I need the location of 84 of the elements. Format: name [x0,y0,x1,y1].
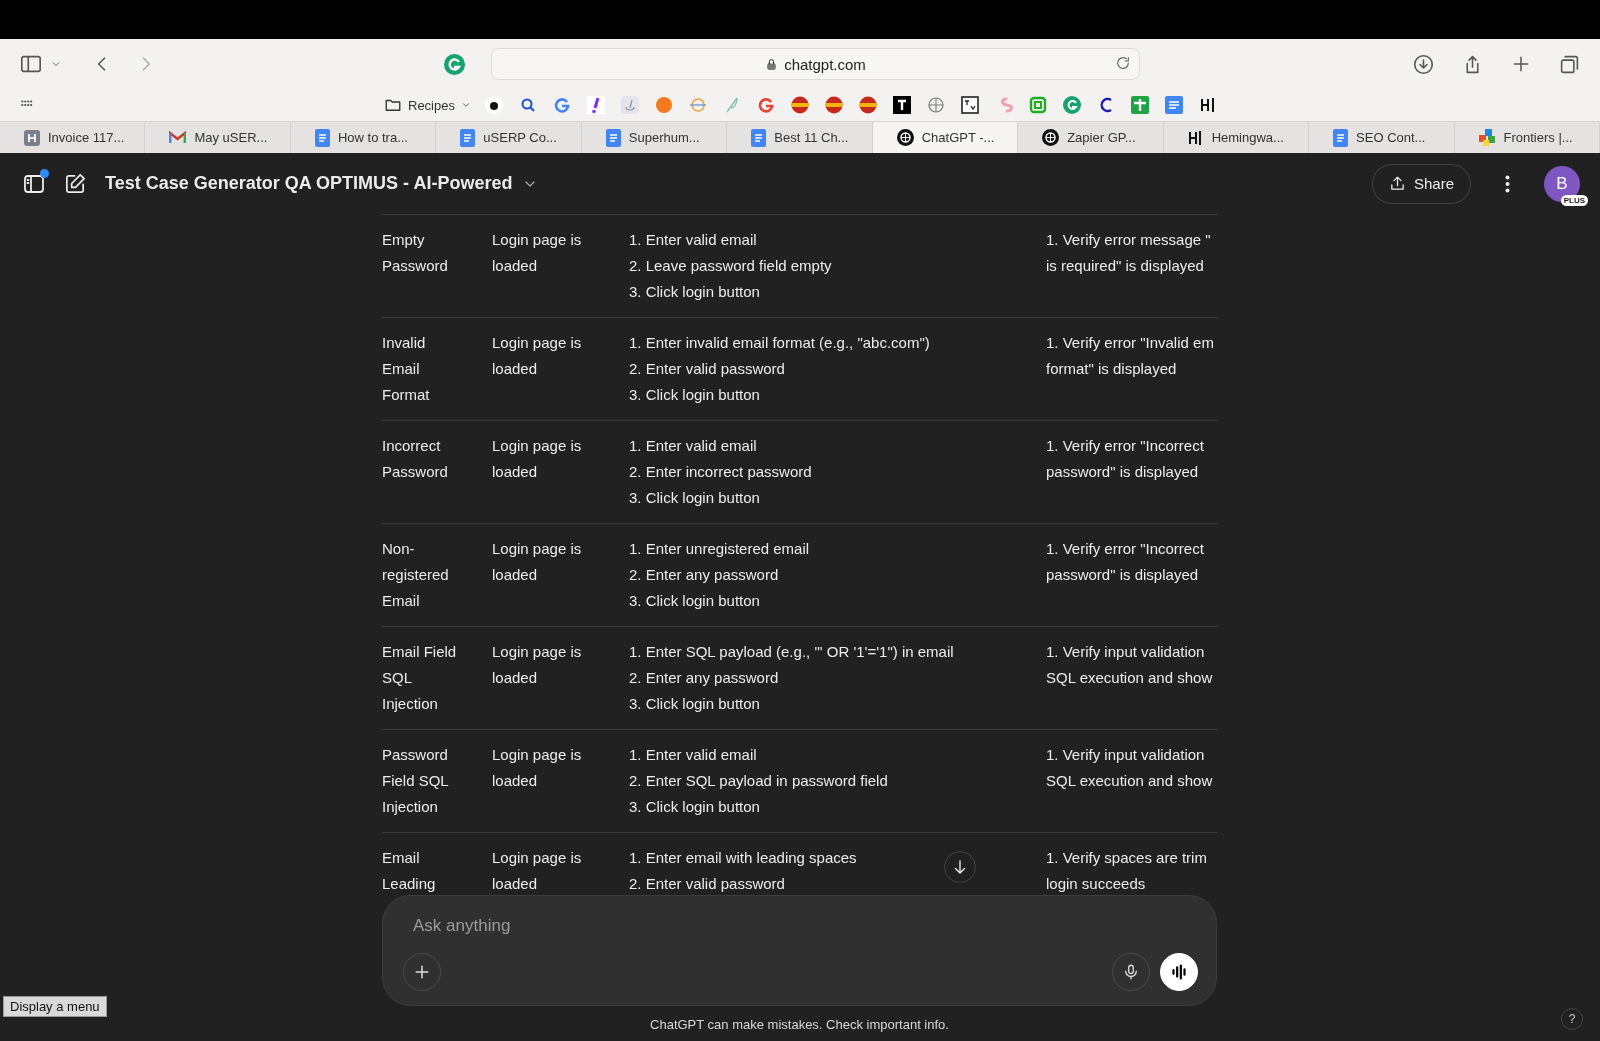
table-cell-text: 1. Enter invalid email format (e.g., "abc.com") 2. Enter valid password 3. Click login button [629,333,930,405]
badge-icon[interactable] [858,96,877,114]
framed-icon[interactable] [960,96,979,114]
tabs-overview-icon [1559,53,1580,75]
table-cell-text: 1. Enter valid email 2. Enter SQL payload in password field 3. Click login button [629,745,888,817]
table-cell-text: Login page is loaded [492,230,583,276]
tooltip: Display a menu [3,996,107,1017]
table-cell-text: Incorrect Password [382,436,449,482]
circle-g-icon[interactable] [444,53,465,75]
pen-icon[interactable] [620,96,639,114]
tab-title: Zapier GP... [1067,130,1136,145]
table-cell-text: 1. Verify input validation SQL execution and show [1046,642,1214,688]
table-cell-text: 1. Enter valid email 2. Leave password field empty 3. Click login button [629,230,832,302]
tab-title: ChatGPT -... [921,130,995,145]
tab-title: SEO Cont... [1356,130,1426,145]
table-cell-text: 1. Verify error "Incorrect password" is displayed [1046,436,1205,482]
document-icon [751,128,767,147]
table-cell-text: Login page is loaded [492,848,583,894]
disclaimer-text: ChatGPT can make mistakes. Check important info. [650,1016,949,1032]
blocks-icon [1478,129,1496,146]
document-icon [460,128,476,147]
g-icon[interactable] [552,96,571,114]
tab-title: Best 11 Ch... [774,130,849,145]
table-cell-text: Login page is loaded [492,539,583,585]
bookmark-folder[interactable]: Recipes [384,96,471,114]
tab-title: Hemingwa... [1211,130,1284,145]
table-cell-text: 1. Enter SQL payload (e.g., "' OR '1'='1") in email 2. Enter any password 3. Click login button [629,642,954,714]
table-cell-text: 1. Verify error "Incorrect password" is displayed [1046,539,1205,585]
microphone-icon [1122,963,1140,981]
mail-icon [169,131,187,144]
tab-title: How to tra... [337,130,408,145]
table-cell-text: Login page is loaded [492,333,583,379]
document-icon [314,128,330,147]
table-cell-text: 1. Verify error message " is required" is displayed [1046,230,1212,276]
table-cell-text: Email Field SQL Injection [382,642,458,714]
voice-mode-button[interactable] [1160,953,1198,991]
table-cell-text: Invalid Email Format [382,333,431,405]
table-cell-text: Login page is loaded [492,642,583,688]
circle-g-icon[interactable] [1062,96,1081,114]
exclamation-icon[interactable] [586,96,605,114]
plus-icon [1511,54,1531,74]
badge-icon[interactable] [790,96,809,114]
url-text: chatgpt.com [784,55,866,73]
table-cell-text: 1. Enter valid email 2. Enter incorrect password 3. Click login button [629,436,812,508]
tab-title: uSERP Co... [483,130,557,145]
square-frame-icon[interactable] [1028,96,1047,114]
table-cell-text: 1. Verify error "Invalid em format" is displayed [1046,333,1215,379]
table-cell-text: 1. Verify input validation SQL execution and show [1046,745,1214,791]
sidebar-icon [20,53,42,75]
tab-title: Frontiers |... [1503,130,1573,145]
table-cell-text: 1. Verify spaces are trim login succeeds [1046,848,1208,894]
table-cell-text: 1. Enter email with leading spaces 2. Enter valid password [629,848,857,894]
reload-icon [1115,55,1131,71]
tab-title: Invoice 117... [48,130,125,145]
table-cell-text: Email Leading [382,848,437,894]
table-cell-text: Empty Password [382,230,449,276]
document-icon [1333,128,1349,147]
plus-tile-icon[interactable] [1130,96,1149,114]
scroll-down-button[interactable] [944,851,976,883]
upload-icon [1388,175,1406,192]
document-icon [605,128,621,147]
download-icon [1413,53,1434,75]
lock-icon [765,57,779,71]
new-chat-icon [64,172,87,195]
letter-icon [24,129,40,146]
more-icon[interactable] [1505,174,1510,193]
address-bar[interactable]: chatgpt.com [491,48,1140,80]
globe-icon[interactable] [926,96,945,114]
table-cell-text: Password Field SQL Injection [382,745,450,817]
document-icon[interactable] [1164,96,1183,114]
badge-icon[interactable] [824,96,843,114]
g-icon[interactable] [756,96,775,114]
chat-title[interactable]: Test Case Generator QA OPTIMUS - AI-Powered [105,173,513,194]
plan-badge: PLUS [1560,194,1588,206]
table-cell-text: Login page is loaded [492,745,583,791]
notification-dot-icon [40,168,49,178]
tab-title: May uSER... [194,130,268,145]
table-cell-text: Login page is loaded [492,436,583,482]
browser-tab[interactable]: ChatGPT -... [872,122,1019,153]
t-tile-icon[interactable] [892,96,911,114]
chevron-down-icon [460,100,471,110]
table-cell-text: Non-registered Email [382,539,450,611]
table-cell-text: 1. Enter unregistered email 2. Enter any password 3. Click login button [629,539,810,611]
tab-title: Superhum... [628,130,700,145]
